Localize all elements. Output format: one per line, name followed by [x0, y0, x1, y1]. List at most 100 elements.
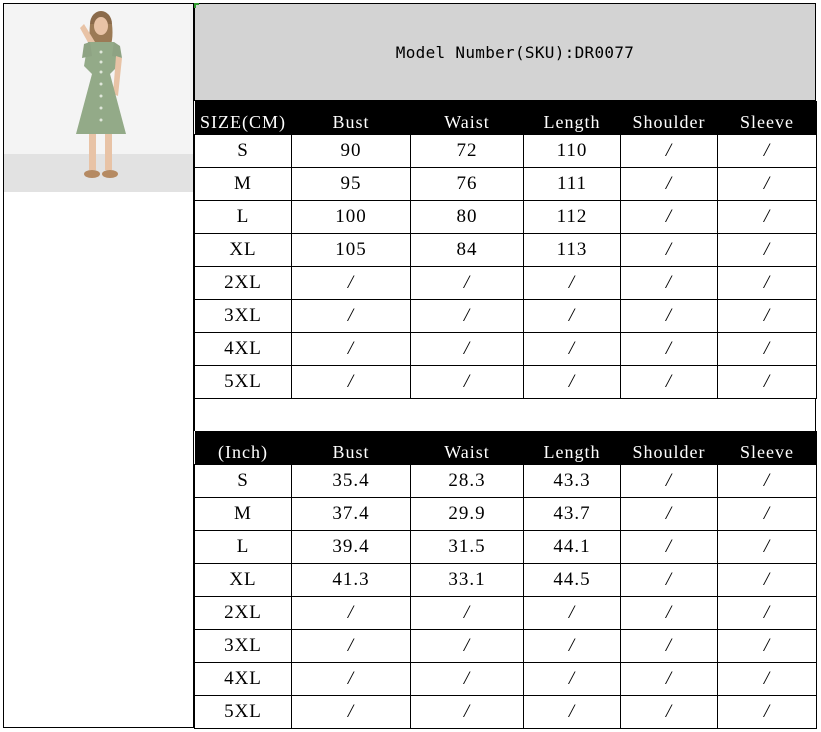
- table-cell: /: [620, 166, 718, 201]
- size-label-cell: 3XL: [194, 298, 292, 333]
- table-cell: /: [620, 232, 718, 267]
- table-cell: /: [523, 265, 621, 300]
- size-label-cell: XL: [194, 232, 292, 267]
- table-cell: /: [620, 199, 718, 234]
- table-cell: 113: [523, 232, 621, 267]
- table-cell: /: [523, 331, 621, 366]
- table-cell: /: [523, 595, 621, 630]
- table-header-row: (Inch) Bust Waist Length Shoulder Sleeve: [194, 431, 817, 464]
- table-cell: /: [410, 265, 524, 300]
- table-cell: /: [717, 661, 817, 696]
- size-label-cell: 2XL: [194, 595, 292, 630]
- column-header: Shoulder: [620, 101, 718, 134]
- table-cell: /: [717, 265, 817, 300]
- table-cell: /: [620, 496, 718, 531]
- table-cell: /: [717, 331, 817, 366]
- cell-selection-mark: [194, 3, 199, 8]
- table-cell: 95: [291, 166, 411, 201]
- table-cell: /: [717, 496, 817, 531]
- table-cell: 44.1: [523, 529, 621, 564]
- table-row: 2XL / / / / /: [194, 595, 817, 630]
- table-cell: /: [717, 595, 817, 630]
- table-cell: 43.3: [523, 463, 621, 498]
- table-cell: 37.4: [291, 496, 411, 531]
- table-cell: /: [620, 265, 718, 300]
- table-row: S 35.4 28.3 43.3//: [194, 463, 817, 498]
- table-cell: 41.3: [291, 562, 411, 597]
- size-label-cell: 2XL: [194, 265, 292, 300]
- table-cell: /: [717, 364, 817, 399]
- table-cell: /: [620, 628, 718, 663]
- table-row: 4XL / / / / /: [194, 661, 817, 696]
- table-row: S 90 72 110//: [194, 133, 817, 168]
- table-cell: /: [620, 331, 718, 366]
- model-wearing-dress-image: [4, 4, 193, 192]
- size-label-cell: S: [194, 463, 292, 498]
- table-cell: 43.7: [523, 496, 621, 531]
- table-row: L 39.4 31.5 44.1//: [194, 529, 817, 564]
- table-cell: /: [620, 694, 718, 729]
- table-cell: /: [291, 265, 411, 300]
- size-label-cell: L: [194, 529, 292, 564]
- table-cell: /: [717, 199, 817, 234]
- column-header: Length: [523, 101, 621, 134]
- table-cell: /: [620, 661, 718, 696]
- column-header: Length: [523, 431, 621, 464]
- table-row: 4XL / / / / /: [194, 331, 817, 366]
- size-label-cell: 5XL: [194, 694, 292, 729]
- table-cell: /: [523, 661, 621, 696]
- table-row: M 37.4 29.9 43.7//: [194, 496, 817, 531]
- table-cell: /: [620, 595, 718, 630]
- column-header: SIZE(CM): [194, 101, 292, 134]
- table-cell: 90: [291, 133, 411, 168]
- table-cell: /: [717, 562, 817, 597]
- size-label-cell: S: [194, 133, 292, 168]
- table-cell: /: [291, 331, 411, 366]
- table-cell: /: [717, 166, 817, 201]
- size-label-cell: 4XL: [194, 661, 292, 696]
- table-cell: /: [620, 562, 718, 597]
- table-cell: /: [620, 463, 718, 498]
- table-cell: /: [291, 628, 411, 663]
- size-label-cell: L: [194, 199, 292, 234]
- column-header: Shoulder: [620, 431, 718, 464]
- table-cell: 111: [523, 166, 621, 201]
- product-photo: [4, 4, 193, 192]
- table-cell: /: [717, 232, 817, 267]
- column-header: Waist: [410, 101, 524, 134]
- table-cell: /: [717, 463, 817, 498]
- table-cell: 84: [410, 232, 524, 267]
- table-cell: /: [410, 331, 524, 366]
- table-cell: /: [291, 694, 411, 729]
- table-cell: 28.3: [410, 463, 524, 498]
- table-cell: /: [717, 628, 817, 663]
- table-cell: /: [291, 364, 411, 399]
- size-label-cell: 5XL: [194, 364, 292, 399]
- sku-header: Model Number(SKU):DR0077: [194, 3, 816, 101]
- table-cell: /: [717, 694, 817, 729]
- table-cell: /: [523, 694, 621, 729]
- table-row: M 95 76 111//: [194, 166, 817, 201]
- table-cell: 100: [291, 199, 411, 234]
- table-cell: 105: [291, 232, 411, 267]
- sku-label: Model Number(SKU):DR0077: [395, 42, 635, 62]
- column-header: Bust: [291, 431, 411, 464]
- table-cell: /: [717, 529, 817, 564]
- table-row: 5XL / / / / /: [194, 694, 817, 729]
- table-cell: /: [410, 298, 524, 333]
- table-row: 3XL / / / / /: [194, 628, 817, 663]
- table-cell: 39.4: [291, 529, 411, 564]
- size-label-cell: XL: [194, 562, 292, 597]
- table-cell: 110: [523, 133, 621, 168]
- table-cell: /: [291, 298, 411, 333]
- table-cell: 76: [410, 166, 524, 201]
- table-cell: /: [410, 661, 524, 696]
- table-cell: /: [620, 364, 718, 399]
- table-cell: 72: [410, 133, 524, 168]
- size-label-cell: M: [194, 166, 292, 201]
- column-header: Sleeve: [717, 431, 817, 464]
- size-label-cell: M: [194, 496, 292, 531]
- table-cell: /: [620, 529, 718, 564]
- table-cell: /: [410, 628, 524, 663]
- column-header: Waist: [410, 431, 524, 464]
